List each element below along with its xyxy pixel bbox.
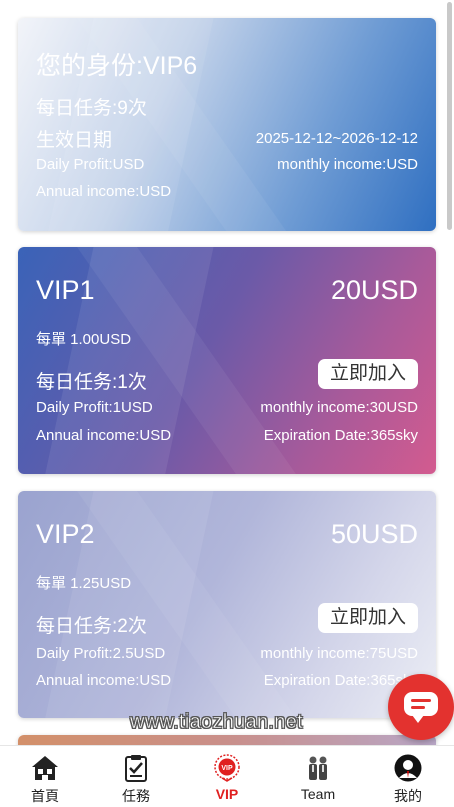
chat-button[interactable] bbox=[388, 674, 454, 740]
tab-label: 首頁 bbox=[31, 788, 59, 804]
tab-vip[interactable]: VIP VIP bbox=[182, 746, 272, 807]
home-icon bbox=[32, 756, 58, 780]
team-icon bbox=[309, 756, 327, 780]
daily-profit: Daily Profit:1USD bbox=[36, 399, 153, 416]
vip-page: 您的身份:VIP6 每日任务:9次 生效日期 2025-12-12~2026-1… bbox=[0, 0, 454, 807]
tab-label: 我的 bbox=[394, 788, 422, 804]
effective-date-label: 生效日期 bbox=[36, 130, 113, 151]
tab-label: 任務 bbox=[122, 788, 150, 804]
annual-income: Annual income:USD bbox=[36, 183, 172, 200]
plan-price: 20USD bbox=[330, 275, 418, 305]
plan-price: 50USD bbox=[330, 519, 418, 549]
scrollbar[interactable] bbox=[447, 2, 452, 230]
daily-tasks-count: 每日任务:9次 bbox=[36, 98, 147, 119]
expiration-date: Expiration Date:365sky bbox=[263, 427, 418, 444]
plan-name: VIP1 bbox=[36, 275, 95, 305]
monthly-income: monthly income:75USD bbox=[260, 645, 418, 662]
per-order-amount: 每單 1.00USD bbox=[36, 331, 132, 348]
daily-profit: Daily Profit:2.5USD bbox=[36, 645, 166, 662]
chat-bubble-icon bbox=[404, 692, 438, 723]
join-now-button[interactable]: 立即加入 bbox=[317, 359, 418, 389]
tab-mine[interactable]: 我的 bbox=[363, 746, 453, 807]
monthly-income: monthly income:30USD bbox=[260, 399, 418, 416]
daily-tasks-count: 每日任务:2次 bbox=[36, 616, 147, 637]
membership-status-card: 您的身份:VIP6 每日任务:9次 生效日期 2025-12-12~2026-1… bbox=[18, 18, 436, 231]
tab-home[interactable]: 首頁 bbox=[0, 746, 90, 807]
tab-tasks[interactable]: 任務 bbox=[91, 746, 181, 807]
tab-label: Team bbox=[300, 786, 336, 802]
tab-team[interactable]: Team bbox=[273, 746, 363, 807]
effective-date-value: 2025-12-12~2026-12-12 bbox=[255, 130, 418, 147]
vip-plan-card: VIP1 20USD 每單 1.00USD 每日任务:1次 立即加入 Daily… bbox=[18, 247, 436, 474]
join-now-button[interactable]: 立即加入 bbox=[317, 603, 418, 633]
vip-plan-card: VIP2 50USD 每單 1.25USD 每日任务:2次 立即加入 Daily… bbox=[18, 491, 436, 718]
plan-name: VIP2 bbox=[36, 519, 95, 549]
watermark: www.tiaozhuan.net bbox=[130, 711, 303, 734]
membership-title: 您的身份:VIP6 bbox=[36, 52, 198, 80]
daily-tasks-count: 每日任务:1次 bbox=[36, 372, 147, 393]
bottom-tab-bar: 首頁 任務 VIP VIP Team 我的 bbox=[0, 745, 454, 807]
vip-badge-icon: VIP bbox=[214, 754, 240, 782]
svg-text:VIP: VIP bbox=[221, 765, 233, 772]
tab-label: VIP bbox=[215, 786, 239, 802]
daily-profit: Daily Profit:USD bbox=[36, 156, 145, 173]
monthly-income: monthly income:USD bbox=[277, 156, 418, 173]
clipboard-icon bbox=[125, 755, 147, 782]
annual-income: Annual income:USD bbox=[36, 672, 172, 689]
per-order-amount: 每單 1.25USD bbox=[36, 575, 132, 592]
avatar-icon bbox=[394, 754, 422, 782]
annual-income: Annual income:USD bbox=[36, 427, 172, 444]
